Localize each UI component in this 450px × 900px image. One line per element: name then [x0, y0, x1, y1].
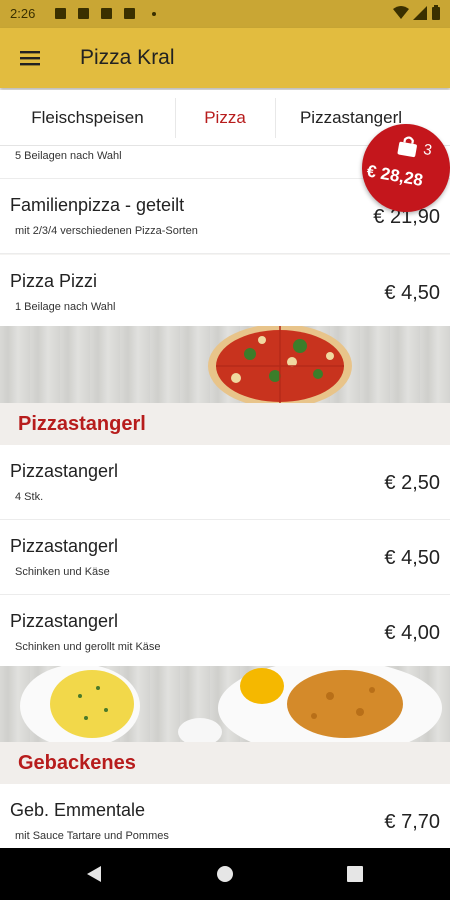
item-name: Geb. Emmentale	[10, 800, 146, 820]
tab-fleischspeisen[interactable]: Fleischspeisen	[0, 90, 175, 145]
signal-icon	[413, 6, 427, 20]
app-title: Pizza Kral	[80, 46, 175, 69]
notification-icon	[101, 8, 112, 19]
list-item[interactable]: Pizzastangerl 4 Stk. € 2,50	[0, 445, 450, 520]
navigation-bar	[0, 848, 450, 900]
section-header-gebackenes: Gebackenes	[0, 742, 450, 784]
item-price: € 4,50	[384, 547, 440, 569]
shopping-bag-icon	[397, 136, 417, 158]
item-description: Schinken und gerollt mit Käse	[15, 641, 161, 653]
notification-icon	[78, 8, 89, 19]
item-description: mit 2/3/4 verschiedenen Pizza-Sorten	[15, 225, 198, 237]
menu-list[interactable]: 5 Beilagen nach Wahl Familienpizza - get…	[0, 146, 450, 848]
list-item[interactable]: Pizza Pizzi 1 Beilage nach Wahl € 4,50	[0, 255, 450, 330]
battery-icon	[432, 5, 440, 20]
item-description: Schinken und Käse	[15, 566, 110, 578]
recents-icon[interactable]	[347, 866, 363, 882]
home-icon[interactable]	[216, 865, 234, 883]
item-name: Pizzastangerl	[10, 611, 119, 631]
item-description: 5 Beilagen nach Wahl	[15, 150, 122, 162]
cart-count: 3	[422, 140, 434, 160]
pizza-banner-image	[0, 326, 450, 403]
list-item[interactable]: Pizzastangerl Schinken und gerollt mit K…	[0, 595, 450, 670]
item-name: Familienpizza - geteilt	[10, 195, 185, 215]
section-title: Gebackenes	[18, 752, 136, 774]
food-illustration	[20, 666, 442, 742]
item-description: 4 Stk.	[15, 491, 44, 503]
item-price: € 2,50	[384, 472, 440, 494]
status-bar: 2:26	[0, 0, 450, 28]
item-description: 1 Beilage nach Wahl	[15, 301, 116, 313]
list-item[interactable]: Geb. Emmentale mit Sauce Tartare und Pom…	[0, 784, 450, 848]
menu-icon[interactable]	[18, 46, 42, 70]
wifi-icon	[393, 6, 409, 19]
notification-icon	[124, 8, 135, 19]
back-icon[interactable]	[86, 865, 102, 883]
item-name: Pizzastangerl	[10, 461, 119, 481]
gebackenes-banner-image	[0, 666, 450, 742]
item-name: Pizzastangerl	[10, 536, 119, 556]
notification-icon	[55, 8, 66, 19]
app-bar: Pizza Kral	[0, 28, 450, 88]
pizza-illustration	[208, 326, 352, 403]
status-time: 2:26	[10, 6, 36, 21]
item-price: € 7,70	[384, 811, 440, 833]
section-header-pizzastangerl: Pizzastangerl	[0, 403, 450, 445]
more-notifications-icon	[152, 12, 156, 16]
item-price: € 4,50	[384, 282, 440, 304]
cart-total: € 28,28	[365, 161, 425, 190]
item-price: € 4,00	[384, 622, 440, 644]
list-item[interactable]: Pizzastangerl Schinken und Käse € 4,50	[0, 520, 450, 595]
item-description: mit Sauce Tartare und Pommes	[15, 830, 169, 842]
section-title: Pizzastangerl	[18, 413, 146, 435]
item-name: Pizza Pizzi	[10, 271, 98, 291]
tab-pizza[interactable]: Pizza	[176, 90, 274, 145]
